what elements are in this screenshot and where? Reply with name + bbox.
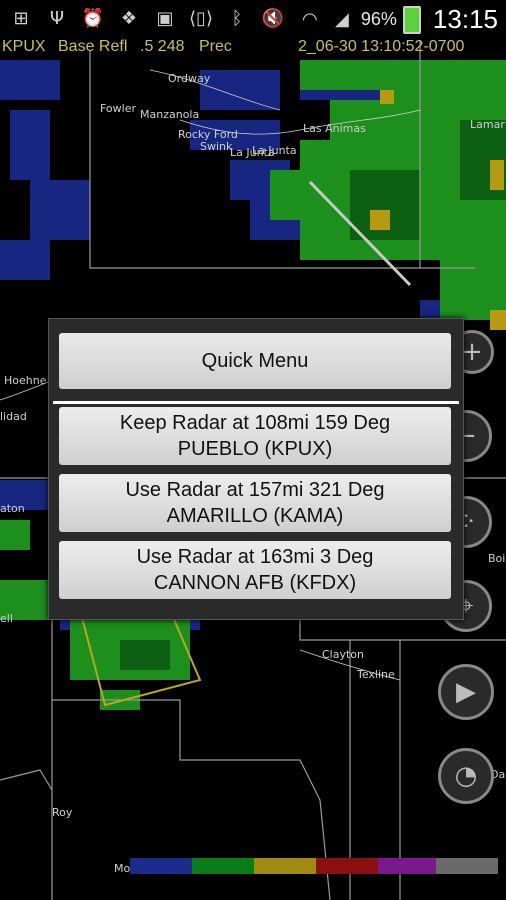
keep-radar-kpux-option[interactable]: Keep Radar at 108mi 159 Deg PUEBLO (KPUX…	[59, 407, 451, 465]
battery-icon	[402, 5, 421, 34]
map-label: ell	[0, 612, 13, 625]
dialog-divider	[53, 401, 459, 404]
option-line: Use Radar at 157mi 321 Deg	[125, 479, 385, 501]
usb-icon: Ψ	[49, 7, 65, 29]
compass-icon[interactable]: ◔	[438, 748, 494, 804]
map-label: Lamar	[470, 118, 505, 131]
use-radar-kfdx-option[interactable]: Use Radar at 163mi 3 Deg CANNON AFB (KFD…	[59, 541, 451, 599]
legend-swatch	[436, 858, 498, 874]
status-bar: ⊞ Ψ ⏰ ❖ ▣ ⟨▯⟩ ᛒ 🔇 ◠ ◢ 96% 13:15	[0, 0, 506, 36]
dropbox-icon: ❖	[120, 7, 138, 29]
battery-level	[404, 8, 419, 32]
map-label: Hoehne	[4, 374, 47, 387]
radar-mode: Prec	[199, 38, 232, 55]
map-label: Manzanola	[140, 108, 200, 121]
bluetooth-icon: ᛒ	[231, 7, 243, 29]
map-label: Roy	[52, 806, 73, 819]
radar-station: KPUX	[2, 38, 46, 55]
map-label: aton	[0, 502, 25, 515]
clock: 13:15	[432, 4, 498, 34]
quick-menu-dialog: Quick Menu Keep Radar at 108mi 159 Deg P…	[48, 318, 464, 620]
option-line: Use Radar at 163mi 3 Deg	[136, 546, 374, 568]
legend-swatch	[254, 858, 316, 874]
map-label: lidad	[0, 410, 27, 423]
add-icon: ⊞	[13, 7, 29, 29]
map-label: Texline	[357, 668, 395, 681]
map-label: Swink	[200, 140, 233, 153]
signal-icon: ◢	[334, 9, 349, 30]
map-label: La Junta	[252, 144, 297, 157]
map-label: Fowler	[100, 102, 137, 115]
wifi-icon: ◠	[302, 9, 318, 30]
radar-timestamp: 2_06-30 13:10:52-0700	[298, 38, 465, 55]
option-line: PUEBLO (KPUX)	[177, 438, 333, 460]
legend-swatch	[130, 858, 192, 874]
notification-icons: ⊞ Ψ ⏰ ❖ ▣ ⟨▯⟩ ᛒ 🔇	[8, 6, 286, 30]
legend-swatch	[192, 858, 254, 874]
map-label: Las Animas	[303, 122, 366, 135]
map-label: Boi	[488, 552, 506, 565]
play-icon[interactable]: ▶	[438, 664, 494, 720]
radar-tilt: .5 248	[140, 38, 185, 55]
alarm-icon: ⏰	[81, 7, 105, 29]
map-label: Clayton	[322, 648, 365, 661]
map-label: Ordway	[168, 72, 211, 85]
mute-icon: 🔇	[261, 7, 285, 29]
quick-menu-title: Quick Menu	[59, 333, 451, 389]
legend-swatch	[378, 858, 436, 874]
battery-percent: 96%	[360, 9, 397, 29]
option-line: AMARILLO (KAMA)	[166, 505, 344, 527]
legend-swatch	[316, 858, 378, 874]
option-line: Keep Radar at 108mi 159 Deg	[119, 412, 391, 434]
map-label: Mo	[114, 862, 131, 875]
use-radar-kama-option[interactable]: Use Radar at 157mi 321 Deg AMARILLO (KAM…	[59, 474, 451, 532]
radar-info-bar: KPUX Base Refl .5 248 Prec 2_06-30 13:10…	[0, 38, 506, 58]
vibrate-icon: ⟨▯⟩	[189, 7, 213, 29]
radar-product: Base Refl	[58, 38, 128, 55]
option-line: CANNON AFB (KFDX)	[153, 572, 357, 594]
gallery-icon: ▣	[156, 7, 174, 29]
